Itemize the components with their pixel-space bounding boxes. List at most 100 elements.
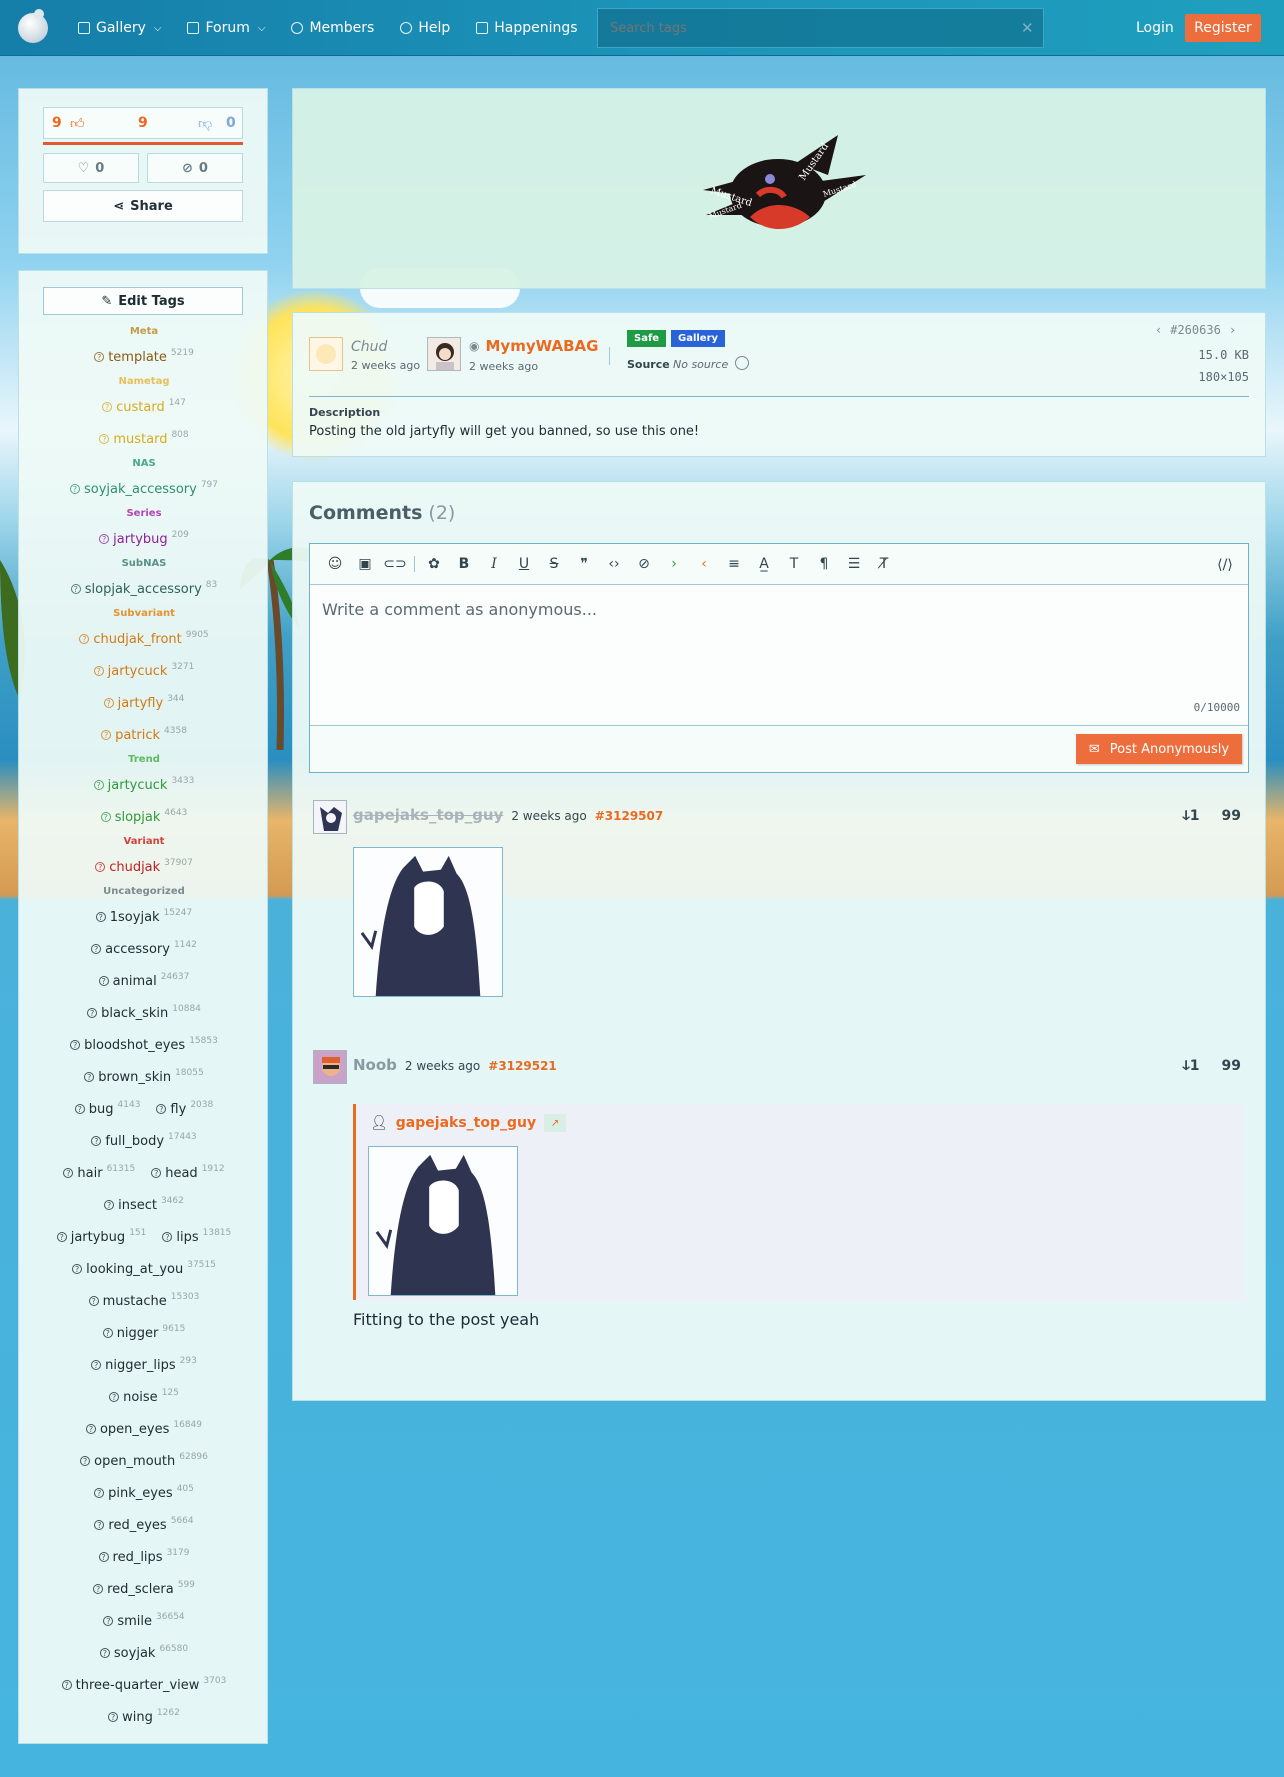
tag-item[interactable]: ? nigger 9615 <box>102 1324 185 1341</box>
quoted-image[interactable] <box>368 1146 518 1296</box>
nav-happenings[interactable]: Happenings <box>466 0 587 56</box>
tag-item[interactable]: ? accessory 1142 <box>91 940 197 957</box>
login-link[interactable]: Login <box>1122 0 1188 56</box>
tag-item[interactable]: ? chudjak_front 9905 <box>79 630 209 647</box>
tag-help-icon[interactable]: ? <box>99 534 110 544</box>
tag-item[interactable]: ? red_sclera 599 <box>93 1580 195 1597</box>
comment-author[interactable]: Noob <box>353 1056 397 1074</box>
tag-item[interactable]: ? custard 147 <box>102 398 186 415</box>
tag-help-icon[interactable]: ? <box>156 1104 167 1114</box>
nav-forum[interactable]: Forum ⌵ <box>177 0 275 56</box>
tag-help-icon[interactable]: ? <box>70 584 81 594</box>
nav-members[interactable]: Members <box>281 0 384 56</box>
tag-item[interactable]: ? jartycuck 3271 <box>93 662 194 679</box>
next-post-icon[interactable]: › <box>1229 323 1236 337</box>
tag-item[interactable]: ? template 5219 <box>94 348 194 365</box>
tag-help-icon[interactable]: ? <box>95 862 106 872</box>
tag-help-icon[interactable]: ? <box>109 1392 120 1402</box>
tag-item[interactable]: ? brown_skin 18055 <box>84 1068 204 1085</box>
tag-item[interactable]: ? three-quarter_view 3703 <box>61 1676 226 1693</box>
tag-help-icon[interactable]: ? <box>94 1520 105 1530</box>
tag-help-icon[interactable]: ? <box>99 434 110 444</box>
tag-help-icon[interactable]: ? <box>95 912 106 922</box>
tag-item[interactable]: ? open_mouth 62896 <box>80 1452 208 1469</box>
reply-icon[interactable]: ↆ1 <box>1182 1058 1199 1074</box>
tag-item[interactable]: ? soyjak 66580 <box>99 1644 188 1661</box>
tag-help-icon[interactable]: ? <box>103 1616 114 1626</box>
hide-button[interactable]: ⊘ 0 <box>147 153 243 183</box>
quote-author[interactable]: gapejaks_top_guy <box>396 1115 536 1131</box>
tag-help-icon[interactable]: ? <box>94 352 105 362</box>
comment-id[interactable]: #3129521 <box>488 1059 557 1073</box>
tag-help-icon[interactable]: ? <box>63 1168 74 1178</box>
tag-item[interactable]: ? red_eyes 5664 <box>94 1516 194 1533</box>
tag-item[interactable]: ? slopjak 4643 <box>100 808 187 825</box>
strikethrough-icon[interactable]: S <box>539 549 569 579</box>
thumbs-up-icon[interactable]: 👍︎ <box>70 115 85 132</box>
tag-help-icon[interactable]: ? <box>72 1264 83 1274</box>
tag-help-icon[interactable]: ? <box>100 812 111 822</box>
tag-item[interactable]: ? full_body 17443 <box>91 1132 197 1149</box>
spoiler-icon[interactable]: ⊘ <box>629 549 659 579</box>
approver-avatar[interactable] <box>427 337 461 371</box>
tag-item[interactable]: ? pink_eyes 405 <box>94 1484 194 1501</box>
external-link-icon[interactable]: ↗ <box>544 1114 567 1132</box>
emoji-icon[interactable]: ☺ <box>320 549 350 579</box>
comment-avatar[interactable] <box>313 1050 347 1084</box>
tag-help-icon[interactable]: ? <box>99 1648 110 1658</box>
tag-item[interactable]: ? red_lips 3179 <box>98 1548 189 1565</box>
tag-help-icon[interactable]: ? <box>108 1712 119 1722</box>
favorite-button[interactable]: ♡ 0 <box>43 153 139 183</box>
link-icon[interactable]: ⊂⊃ <box>380 549 410 579</box>
orangetext-icon[interactable]: ‹ <box>689 549 719 579</box>
tag-help-icon[interactable]: ? <box>91 1360 102 1370</box>
tag-help-icon[interactable]: ? <box>103 698 114 708</box>
tag-item[interactable]: ? lips 13815 <box>162 1228 231 1245</box>
tag-item[interactable]: ? bug 4143 <box>74 1100 140 1117</box>
tag-help-icon[interactable]: ? <box>61 1680 72 1690</box>
text-color-icon[interactable]: A̲ <box>749 549 779 579</box>
post-anonymously-button[interactable]: ✉ Post Anonymously <box>1076 734 1242 764</box>
tag-help-icon[interactable]: ? <box>98 1552 109 1562</box>
approver-link[interactable]: ◉ MymyWABAG <box>469 337 598 355</box>
tag-item[interactable]: ? jartyfly 344 <box>103 694 184 711</box>
post-image[interactable]: Mustard Mustard Mustard Mustard <box>688 135 868 240</box>
paragraph-icon[interactable]: ¶ <box>809 549 839 579</box>
quote-icon[interactable]: ❞ <box>569 549 599 579</box>
image-icon[interactable]: ▣ <box>350 549 380 579</box>
tag-help-icon[interactable]: ? <box>70 1040 81 1050</box>
clear-search-icon[interactable]: ✕ <box>1021 19 1034 37</box>
category-badge[interactable]: Gallery <box>671 330 726 347</box>
underline-icon[interactable]: U <box>509 549 539 579</box>
list-icon[interactable]: ☰ <box>839 549 869 579</box>
code-icon[interactable]: ‹› <box>599 549 629 579</box>
share-button[interactable]: ⋖ Share <box>43 190 243 222</box>
tag-item[interactable]: ? animal 24637 <box>98 972 189 989</box>
tag-help-icon[interactable]: ? <box>93 1584 104 1594</box>
reply-icon[interactable]: ↆ1 <box>1182 808 1199 824</box>
rating-badge[interactable]: Safe <box>627 330 667 347</box>
tag-item[interactable]: ? jartybug 209 <box>99 530 189 547</box>
tag-item[interactable]: ? 1soyjak 15247 <box>95 908 192 925</box>
tag-help-icon[interactable]: ? <box>79 634 90 644</box>
tag-item[interactable]: ? jartybug 151 <box>56 1228 146 1245</box>
tag-help-icon[interactable]: ? <box>74 1104 85 1114</box>
tag-item[interactable]: ? hair 61315 <box>63 1164 135 1181</box>
tag-item[interactable]: ? smile 36654 <box>103 1612 185 1629</box>
nav-help[interactable]: Help <box>390 0 460 56</box>
tag-item[interactable]: ? insect 3462 <box>104 1196 184 1213</box>
clear-format-icon[interactable]: T̸ <box>869 549 899 579</box>
nav-gallery[interactable]: Gallery ⌵ <box>68 0 171 56</box>
tag-help-icon[interactable]: ? <box>151 1168 162 1178</box>
search-input[interactable] <box>597 8 1044 48</box>
tag-help-icon[interactable]: ? <box>80 1456 91 1466</box>
thumbs-down-icon[interactable]: 👎︎ <box>198 115 212 132</box>
bold-icon[interactable]: B <box>449 549 479 579</box>
comment-id[interactable]: #3129507 <box>595 809 664 823</box>
tag-help-icon[interactable]: ? <box>69 484 80 494</box>
tag-help-icon[interactable]: ? <box>102 1328 113 1338</box>
tag-item[interactable]: ? fly 2038 <box>156 1100 213 1117</box>
tag-item[interactable]: ? mustard 808 <box>99 430 189 447</box>
tag-help-icon[interactable]: ? <box>88 1296 99 1306</box>
source-code-icon[interactable]: ⟨/⟩ <box>1210 550 1240 580</box>
